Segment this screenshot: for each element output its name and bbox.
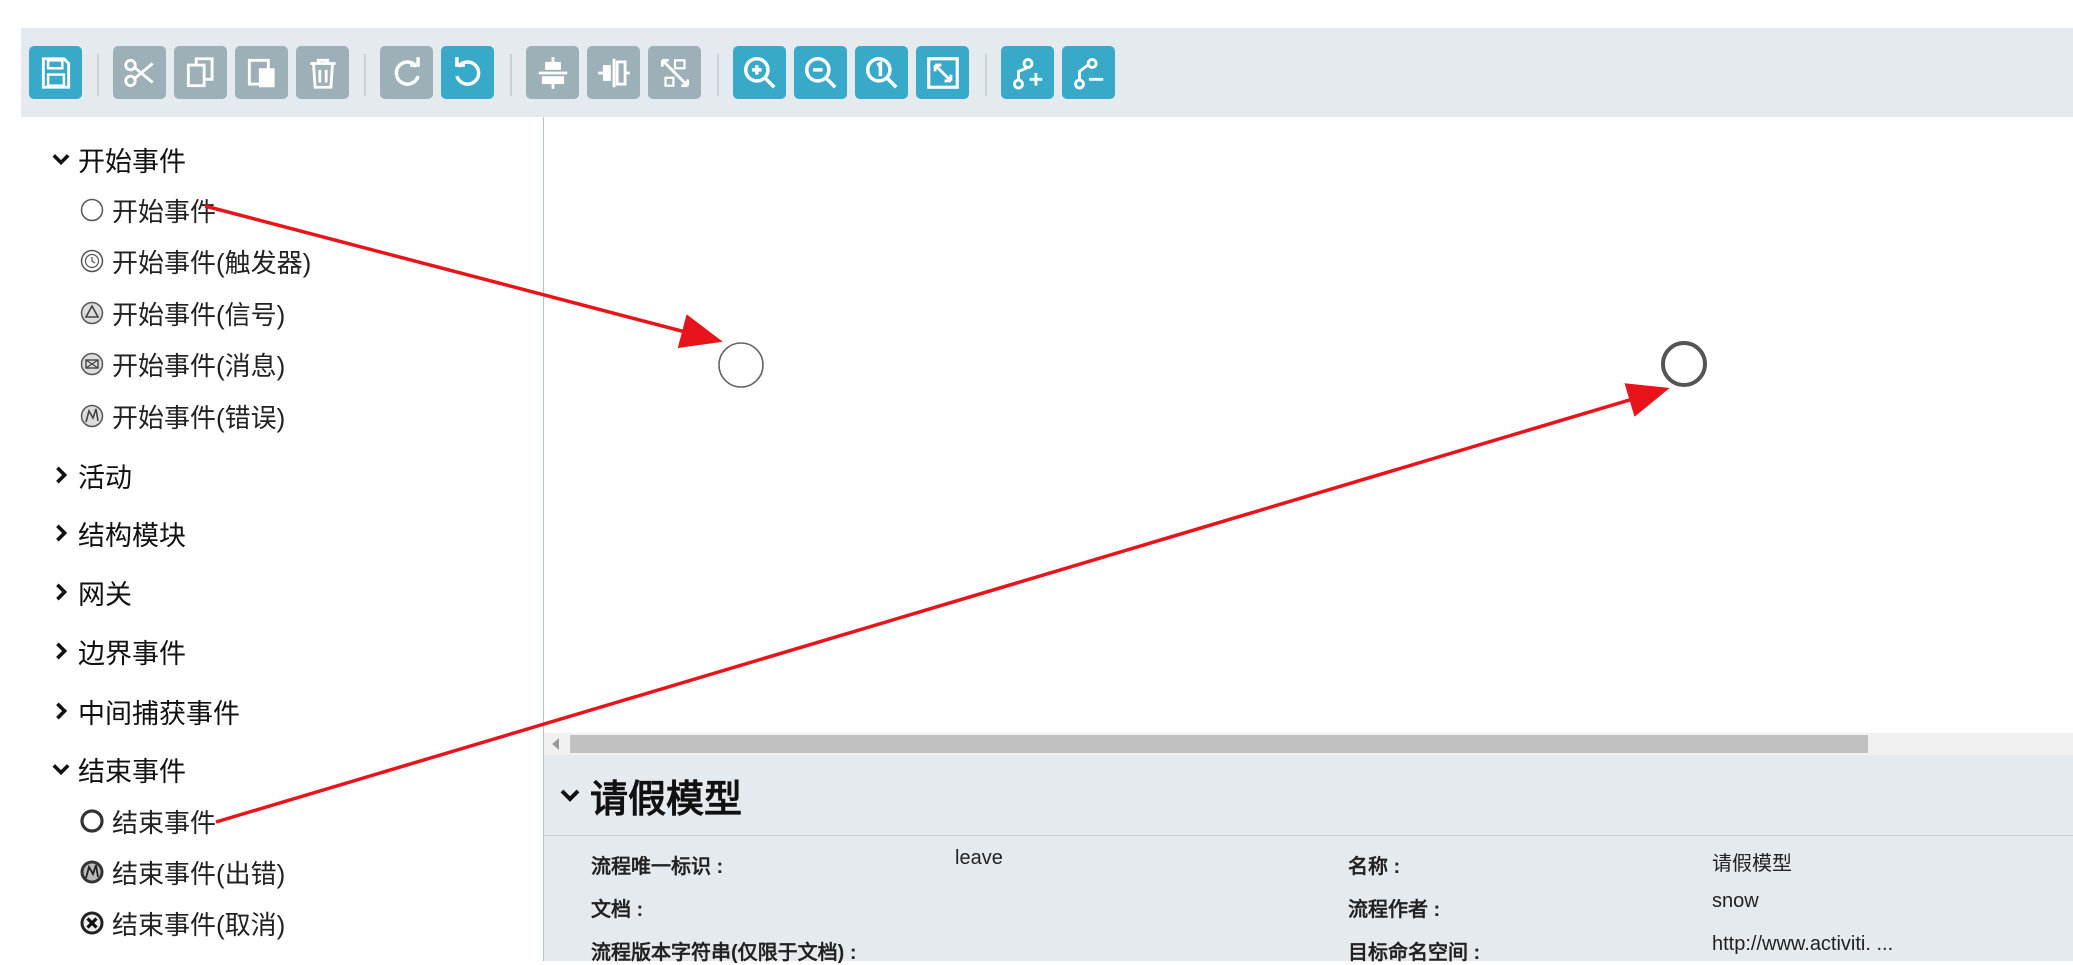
delete-button[interactable] [296, 46, 349, 99]
group-gateways[interactable]: 网关 [52, 572, 132, 612]
save-button[interactable] [29, 46, 82, 99]
start-message-event-icon [80, 352, 104, 376]
remove-bendpoint-button[interactable] [1062, 46, 1115, 99]
author-value[interactable]: snow [1712, 890, 1759, 913]
align-horizontal-button[interactable] [526, 46, 579, 99]
chevron-right-icon [56, 466, 68, 484]
add-bendpoint-button[interactable] [1001, 46, 1054, 99]
palette-item-start-message[interactable]: 开始事件(消息) [79, 344, 285, 384]
start-signal-event-icon [80, 301, 104, 325]
align-vertical-button[interactable] [587, 46, 640, 99]
zoom-out-button[interactable] [794, 46, 847, 99]
start-error-event-icon [80, 404, 104, 428]
chevron-down-icon [52, 154, 70, 166]
zoom-fit-icon [926, 56, 959, 89]
paste-button[interactable] [235, 46, 288, 99]
palette-item-end-none[interactable]: 结束事件 [79, 801, 216, 841]
align-horizontal-icon [538, 56, 567, 89]
remove-bendpoint-icon [1073, 57, 1103, 89]
properties-panel: 请假模型 流程唯一标识 : leave 名称 : 请假模型 文档 : 流程作者 … [544, 755, 2073, 964]
group-label: 活动 [78, 462, 132, 493]
chevron-right-icon [56, 702, 68, 720]
delete-icon [309, 58, 336, 89]
toolbar [21, 28, 2073, 118]
item-label: 开始事件(错误) [112, 402, 286, 433]
copy-button[interactable] [174, 46, 227, 99]
author-label: 流程作者 : [1348, 899, 1441, 921]
palette-item-start-signal[interactable]: 开始事件(信号) [79, 293, 285, 333]
item-label: 结束事件(取消) [112, 909, 286, 940]
scroll-thumb[interactable] [570, 735, 1868, 753]
diagram-canvas[interactable] [544, 117, 2073, 735]
palette-item-start-timer[interactable]: 开始事件(触发器) [79, 241, 311, 281]
zoom-fit-button[interactable] [916, 46, 969, 99]
end-error-event-icon [80, 860, 104, 884]
copy-icon [186, 56, 214, 87]
chevron-right-icon [56, 524, 68, 542]
cut-icon [123, 58, 154, 87]
group-label: 中间捕获事件 [78, 698, 240, 729]
group-end-events[interactable]: 结束事件 [52, 749, 186, 789]
name-label: 名称 : [1348, 856, 1401, 878]
palette-item-end-cancel[interactable]: 结束事件(取消) [79, 903, 285, 943]
redo-button[interactable] [380, 46, 433, 99]
item-label: 结束事件 [112, 807, 217, 838]
item-label: 开始事件 [112, 196, 217, 227]
group-label: 结构模块 [78, 520, 186, 551]
start-event-shape[interactable] [718, 342, 764, 388]
process-id-value[interactable]: leave [955, 847, 1003, 870]
group-activities[interactable]: 活动 [52, 455, 132, 495]
chevron-down-icon [52, 764, 70, 776]
align-vertical-icon [597, 58, 630, 87]
group-start-events[interactable]: 开始事件 [52, 139, 186, 179]
group-label: 网关 [78, 579, 132, 610]
start-none-event-icon [80, 198, 104, 222]
group-intermediate-catch-events[interactable]: 中间捕获事件 [52, 691, 240, 731]
same-size-button[interactable] [648, 46, 701, 99]
palette-item-start-error[interactable]: 开始事件(错误) [79, 396, 285, 436]
redo-icon [394, 56, 420, 86]
item-label: 开始事件(消息) [112, 350, 286, 381]
group-structural[interactable]: 结构模块 [52, 513, 186, 553]
canvas-horizontal-scrollbar[interactable] [544, 733, 2073, 755]
save-icon [41, 56, 70, 89]
group-label: 开始事件 [78, 146, 186, 177]
paste-icon [247, 58, 275, 87]
chevron-right-icon [56, 642, 68, 660]
item-label: 结束事件(出错) [112, 858, 286, 889]
chevron-down-icon [560, 789, 580, 802]
zoom-out-icon [804, 56, 836, 88]
palette-item-end-error[interactable]: 结束事件(出错) [79, 852, 285, 892]
chevron-right-icon [56, 583, 68, 601]
same-size-icon [660, 58, 689, 87]
item-label: 开始事件(触发器) [112, 247, 312, 278]
properties-header[interactable]: 请假模型 [544, 755, 2073, 836]
undo-button[interactable] [441, 46, 494, 99]
zoom-in-button[interactable] [733, 46, 786, 99]
palette-item-start-none[interactable]: 开始事件 [79, 190, 216, 230]
zoom-actual-icon [865, 56, 897, 88]
cut-button[interactable] [113, 46, 166, 99]
zoom-in-icon [743, 56, 775, 88]
end-none-event-icon [80, 809, 104, 833]
group-label: 结束事件 [78, 756, 186, 787]
add-bendpoint-icon [1012, 57, 1042, 89]
zoom-actual-button[interactable] [855, 46, 908, 99]
process-id-label: 流程唯一标识 : [591, 856, 724, 878]
name-value[interactable]: 请假模型 [1712, 847, 1792, 876]
end-cancel-event-icon [80, 911, 104, 935]
scroll-left-arrow-icon[interactable] [552, 738, 559, 750]
group-boundary-events[interactable]: 边界事件 [52, 631, 186, 671]
end-event-shape[interactable] [1661, 341, 1707, 387]
properties-title: 请假模型 [590, 778, 743, 821]
group-label: 边界事件 [78, 638, 186, 669]
documentation-label: 文档 : [591, 899, 644, 921]
item-label: 开始事件(信号) [112, 299, 286, 330]
start-timer-event-icon [80, 249, 104, 273]
shape-palette: 开始事件 开始事件 开始事件(触发器) 开始事件(信号) 开始事件(消息) 开始… [21, 117, 544, 961]
undo-icon [454, 56, 480, 86]
namespace-value[interactable]: http://www.activiti. ... [1712, 933, 1893, 956]
